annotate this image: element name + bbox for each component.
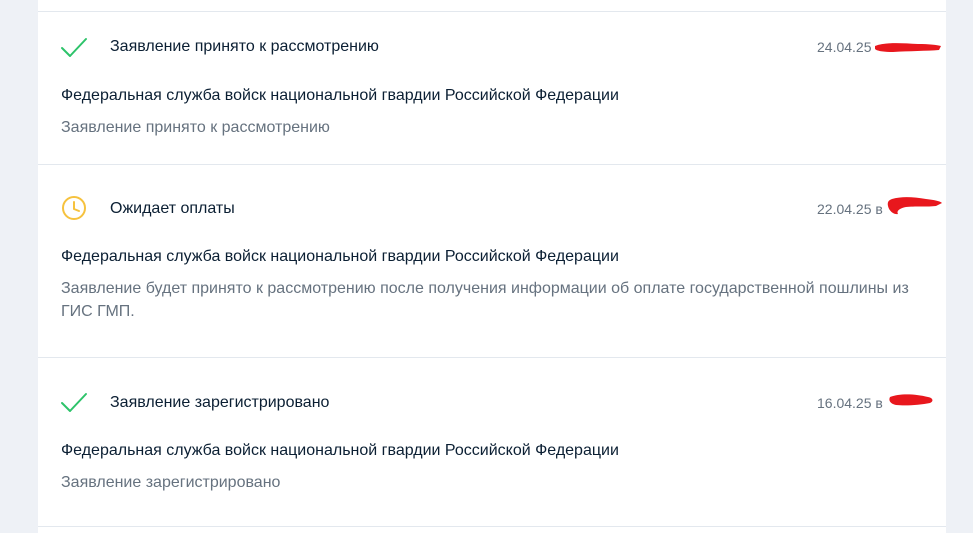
- redaction-mark: [875, 43, 941, 52]
- check-icon: [61, 38, 87, 57]
- event-organization: Федеральная служба войск национальной гв…: [61, 248, 619, 265]
- event-organization: Федеральная служба войск национальной гв…: [61, 87, 619, 104]
- history-event-awaiting-payment: Ожидает оплаты 22.04.25 в Федеральная сл…: [38, 165, 946, 357]
- event-organization: Федеральная служба войск национальной гв…: [61, 442, 619, 459]
- redaction-mark: [889, 394, 933, 406]
- event-title: Заявление зарегистрировано: [110, 394, 330, 411]
- event-title: Заявление принято к рассмотрению: [110, 38, 379, 55]
- status-history-panel: Заявление принято к рассмотрению 24.04.2…: [38, 0, 946, 533]
- event-description: Заявление зарегистрировано: [61, 474, 281, 491]
- history-event-registered: Заявление зарегистрировано 16.04.25 в Фе…: [38, 358, 946, 526]
- event-date: 24.04.25: [817, 39, 872, 55]
- event-title: Ожидает оплаты: [110, 200, 235, 217]
- clock-icon: [62, 196, 86, 220]
- event-description: Заявление принято к рассмотрению: [61, 119, 330, 136]
- event-description: Заявление будет принято к рассмотрению п…: [61, 280, 909, 320]
- redaction-mark: [887, 197, 942, 215]
- event-date: 16.04.25 в: [817, 395, 883, 411]
- check-icon: [61, 393, 87, 412]
- divider: [38, 526, 946, 527]
- event-date: 22.04.25 в: [817, 201, 883, 217]
- history-event-accepted: Заявление принято к рассмотрению 24.04.2…: [38, 12, 946, 164]
